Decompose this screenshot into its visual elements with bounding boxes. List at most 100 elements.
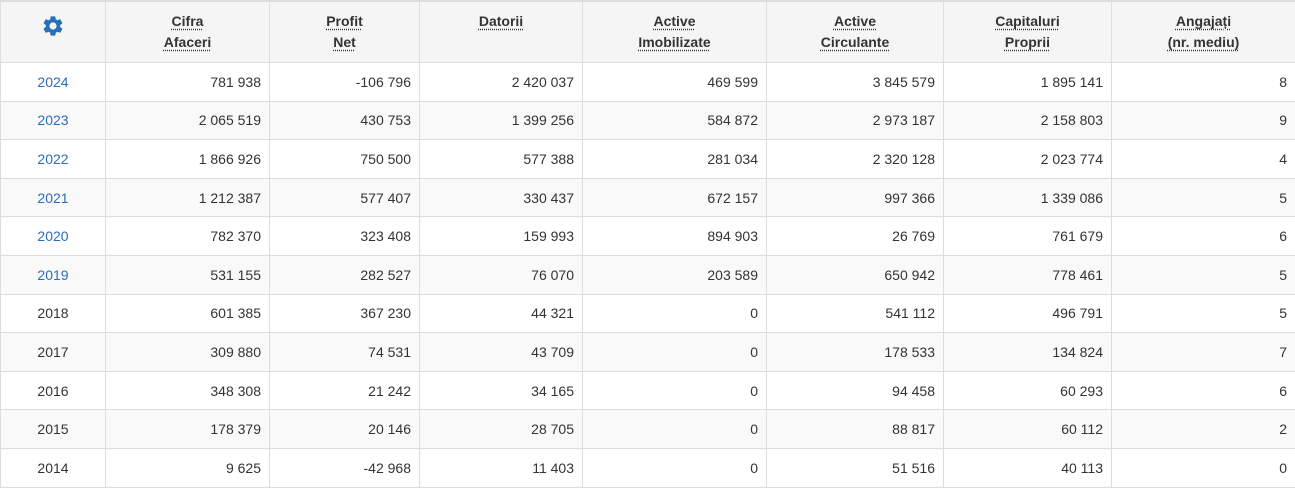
cell-cifra-afaceri: 309 880 bbox=[106, 333, 270, 372]
cell-angajati: 2 bbox=[1112, 410, 1295, 449]
table-row: 2020782 370323 408159 993894 90326 76976… bbox=[1, 217, 1295, 256]
cell-active-circulante: 94 458 bbox=[767, 371, 944, 410]
cell-active-imobilizate: 672 157 bbox=[583, 178, 767, 217]
cell-datorii: 1 399 256 bbox=[420, 101, 583, 140]
year-link[interactable]: 2021 bbox=[37, 190, 68, 206]
cell-cifra-afaceri: 782 370 bbox=[106, 217, 270, 256]
header-line: Angajați bbox=[1168, 11, 1240, 32]
cell-capitaluri-proprii: 778 461 bbox=[944, 255, 1112, 294]
cell-active-imobilizate: 0 bbox=[583, 410, 767, 449]
cell-active-circulante: 3 845 579 bbox=[767, 63, 944, 102]
header-line: Circulante bbox=[821, 32, 889, 53]
cell-angajati: 6 bbox=[1112, 217, 1295, 256]
header-line: Imobilizate bbox=[638, 32, 710, 53]
header-line: Active bbox=[638, 11, 710, 32]
cell-active-circulante: 650 942 bbox=[767, 255, 944, 294]
header-label: Active Circulante bbox=[821, 11, 889, 53]
cell-active-imobilizate: 469 599 bbox=[583, 63, 767, 102]
cell-profit-net: 577 407 bbox=[270, 178, 420, 217]
year-text: 2016 bbox=[37, 383, 68, 399]
year-text: 2018 bbox=[37, 305, 68, 321]
col-header-datorii[interactable]: Datorii bbox=[420, 2, 583, 63]
table-row: 2019531 155282 52776 070203 589650 94277… bbox=[1, 255, 1295, 294]
year-cell: 2024 bbox=[1, 63, 106, 102]
cell-profit-net: 430 753 bbox=[270, 101, 420, 140]
header-label: Active Imobilizate bbox=[638, 11, 710, 53]
col-header-angajati[interactable]: Angajați (nr. mediu) bbox=[1112, 2, 1295, 63]
cell-profit-net: 282 527 bbox=[270, 255, 420, 294]
header-label: Capitaluri Proprii bbox=[995, 11, 1060, 53]
year-cell: 2021 bbox=[1, 178, 106, 217]
table-row: 2017309 88074 53143 7090178 533134 8247 bbox=[1, 333, 1295, 372]
header-label: Cifra Afaceri bbox=[164, 11, 211, 53]
cell-capitaluri-proprii: 40 113 bbox=[944, 448, 1112, 487]
cell-cifra-afaceri: 781 938 bbox=[106, 63, 270, 102]
year-cell: 2016 bbox=[1, 371, 106, 410]
cell-profit-net: -42 968 bbox=[270, 448, 420, 487]
header-line: Capitaluri bbox=[995, 11, 1060, 32]
year-link[interactable]: 2022 bbox=[37, 151, 68, 167]
cell-cifra-afaceri: 1 866 926 bbox=[106, 140, 270, 179]
cell-capitaluri-proprii: 1 895 141 bbox=[944, 63, 1112, 102]
cell-active-imobilizate: 894 903 bbox=[583, 217, 767, 256]
cell-cifra-afaceri: 9 625 bbox=[106, 448, 270, 487]
table-row: 2015178 37920 14628 705088 81760 1122 bbox=[1, 410, 1295, 449]
cell-active-imobilizate: 203 589 bbox=[583, 255, 767, 294]
table-row: 20211 212 387577 407330 437672 157997 36… bbox=[1, 178, 1295, 217]
col-header-active-imobilizate[interactable]: Active Imobilizate bbox=[583, 2, 767, 63]
cell-angajati: 6 bbox=[1112, 371, 1295, 410]
cell-active-imobilizate: 0 bbox=[583, 333, 767, 372]
cell-capitaluri-proprii: 761 679 bbox=[944, 217, 1112, 256]
table-row: 20149 625-42 96811 403051 51640 1130 bbox=[1, 448, 1295, 487]
cell-datorii: 11 403 bbox=[420, 448, 583, 487]
cell-cifra-afaceri: 178 379 bbox=[106, 410, 270, 449]
col-header-cifra-afaceri[interactable]: Cifra Afaceri bbox=[106, 2, 270, 63]
table-row: 20221 866 926750 500577 388281 0342 320 … bbox=[1, 140, 1295, 179]
header-line: (nr. mediu) bbox=[1168, 32, 1240, 53]
cell-cifra-afaceri: 601 385 bbox=[106, 294, 270, 333]
cell-active-circulante: 88 817 bbox=[767, 410, 944, 449]
header-label: Profit Net bbox=[326, 11, 363, 53]
cell-angajati: 5 bbox=[1112, 294, 1295, 333]
cell-active-imobilizate: 0 bbox=[583, 448, 767, 487]
financial-data-panel: Cifra Afaceri Profit Net Datorii bbox=[0, 0, 1295, 487]
cell-capitaluri-proprii: 60 293 bbox=[944, 371, 1112, 410]
year-link[interactable]: 2019 bbox=[37, 267, 68, 283]
year-cell: 2023 bbox=[1, 101, 106, 140]
cell-datorii: 34 165 bbox=[420, 371, 583, 410]
gear-icon[interactable] bbox=[41, 14, 65, 38]
header-line: Active bbox=[821, 11, 889, 32]
cell-datorii: 159 993 bbox=[420, 217, 583, 256]
table-body: 2024781 938-106 7962 420 037469 5993 845… bbox=[1, 63, 1295, 488]
header-line: Datorii bbox=[479, 11, 523, 32]
table-header-row: Cifra Afaceri Profit Net Datorii bbox=[1, 2, 1295, 63]
header-line: Afaceri bbox=[164, 32, 211, 53]
year-link[interactable]: 2023 bbox=[37, 112, 68, 128]
table-row: 20232 065 519430 7531 399 256584 8722 97… bbox=[1, 101, 1295, 140]
year-link[interactable]: 2024 bbox=[37, 74, 68, 90]
year-cell: 2018 bbox=[1, 294, 106, 333]
header-line: Cifra bbox=[164, 11, 211, 32]
header-label: Angajați (nr. mediu) bbox=[1168, 11, 1240, 53]
col-header-active-circulante[interactable]: Active Circulante bbox=[767, 2, 944, 63]
col-header-capitaluri-proprii[interactable]: Capitaluri Proprii bbox=[944, 2, 1112, 63]
cell-profit-net: 323 408 bbox=[270, 217, 420, 256]
cell-angajati: 5 bbox=[1112, 178, 1295, 217]
year-text: 2015 bbox=[37, 421, 68, 437]
header-label: Datorii bbox=[479, 11, 523, 32]
year-link[interactable]: 2020 bbox=[37, 228, 68, 244]
year-cell: 2014 bbox=[1, 448, 106, 487]
cell-cifra-afaceri: 2 065 519 bbox=[106, 101, 270, 140]
col-header-profit-net[interactable]: Profit Net bbox=[270, 2, 420, 63]
cell-cifra-afaceri: 1 212 387 bbox=[106, 178, 270, 217]
cell-capitaluri-proprii: 496 791 bbox=[944, 294, 1112, 333]
cell-angajati: 7 bbox=[1112, 333, 1295, 372]
header-line: Profit bbox=[326, 11, 363, 32]
table-row: 2018601 385367 23044 3210541 112496 7915 bbox=[1, 294, 1295, 333]
cell-datorii: 44 321 bbox=[420, 294, 583, 333]
cell-datorii: 28 705 bbox=[420, 410, 583, 449]
year-cell: 2020 bbox=[1, 217, 106, 256]
cell-active-imobilizate: 281 034 bbox=[583, 140, 767, 179]
cell-datorii: 43 709 bbox=[420, 333, 583, 372]
year-cell: 2015 bbox=[1, 410, 106, 449]
